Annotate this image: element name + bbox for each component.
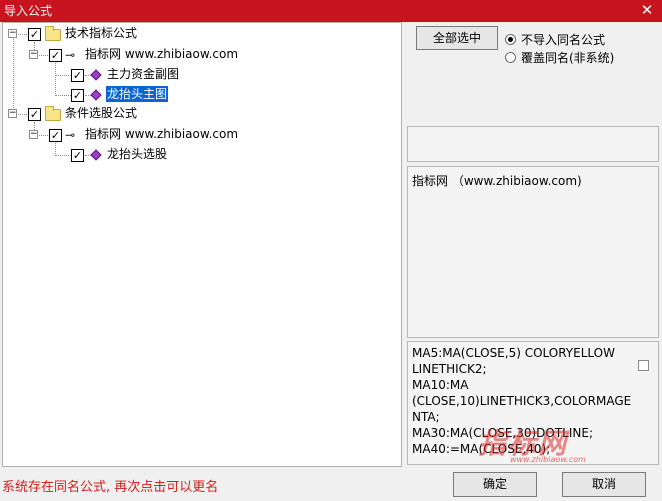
- window-title: 导入公式: [4, 4, 53, 18]
- site-checkbox[interactable]: ✓: [49, 49, 62, 62]
- tree-group-label[interactable]: 条件选股公式: [65, 105, 137, 121]
- group-checkbox[interactable]: ✓: [28, 108, 41, 121]
- formula-tree[interactable]: − ✓ 技术指标公式 − ✓ ⊸ 指标网 www.zhibiaow.com ✓ …: [2, 22, 402, 467]
- item-checkbox[interactable]: ✓: [71, 89, 84, 102]
- tree-line: [55, 95, 71, 96]
- watermark-url: www.zhibiaow.com: [510, 455, 586, 464]
- status-message: 系统存在同名公式, 再次点击可以更名: [2, 480, 219, 495]
- tree-site-label[interactable]: 指标网 www.zhibiaow.com: [85, 126, 238, 142]
- site-checkbox[interactable]: ✓: [49, 129, 62, 142]
- tree-item-label[interactable]: 主力资金副图: [107, 66, 179, 82]
- title-bar: 导入公式 ✕: [0, 0, 662, 22]
- tree-line: [13, 36, 14, 114]
- radio-label: 不导入同名公式: [521, 33, 606, 47]
- item-checkbox[interactable]: ✓: [71, 149, 84, 162]
- tree-item-label-selected[interactable]: 龙抬头主图: [106, 86, 169, 102]
- close-button[interactable]: ✕: [632, 0, 662, 22]
- collapse-toggle[interactable]: −: [8, 29, 17, 38]
- code-line: MA10:MA: [412, 378, 469, 392]
- tree-line: [55, 155, 71, 156]
- radio-label: 覆盖同名(非系统): [521, 51, 615, 65]
- ok-button[interactable]: 确定: [453, 472, 537, 497]
- select-all-button[interactable]: 全部选中: [416, 26, 498, 50]
- radio-off-icon: [505, 52, 516, 63]
- collapse-toggle[interactable]: −: [29, 130, 38, 139]
- group-checkbox[interactable]: ✓: [28, 28, 41, 41]
- radio-overwrite[interactable]: 覆盖同名(非系统): [505, 49, 614, 66]
- folder-icon: [45, 106, 61, 121]
- tree-group-label[interactable]: 技术指标公式: [65, 25, 137, 41]
- close-icon: ✕: [640, 1, 654, 19]
- item-checkbox[interactable]: ✓: [71, 69, 84, 82]
- info-panel-blank: [407, 126, 659, 162]
- tree-line: [55, 75, 71, 76]
- collapse-toggle[interactable]: −: [8, 109, 17, 118]
- scroll-indicator-box[interactable]: [638, 360, 649, 371]
- folder-icon: [45, 26, 61, 41]
- radio-on-icon: [505, 34, 516, 45]
- tree-item-label[interactable]: 龙抬头选股: [107, 146, 167, 162]
- tree-line: [55, 63, 56, 96]
- key-icon: ⊸: [65, 128, 76, 142]
- code-line: LINETHICK2;: [412, 362, 487, 376]
- description-panel: 指标网 （www.zhibiaow.com): [407, 166, 659, 338]
- code-line: MA5:MA(CLOSE,5) COLORYELLOW: [412, 346, 615, 360]
- code-line: (CLOSE,10)LINETHICK3,COLORMAGE: [412, 394, 632, 408]
- formula-icon: [90, 149, 102, 161]
- formula-icon: [90, 89, 102, 101]
- radio-no-import[interactable]: 不导入同名公式: [505, 31, 605, 48]
- tree-site-label[interactable]: 指标网 www.zhibiaow.com: [85, 46, 238, 62]
- description-text: 指标网 （www.zhibiaow.com): [412, 174, 582, 188]
- collapse-toggle[interactable]: −: [29, 50, 38, 59]
- formula-icon: [90, 69, 102, 81]
- key-icon: ⊸: [65, 48, 76, 62]
- cancel-button[interactable]: 取消: [562, 472, 646, 497]
